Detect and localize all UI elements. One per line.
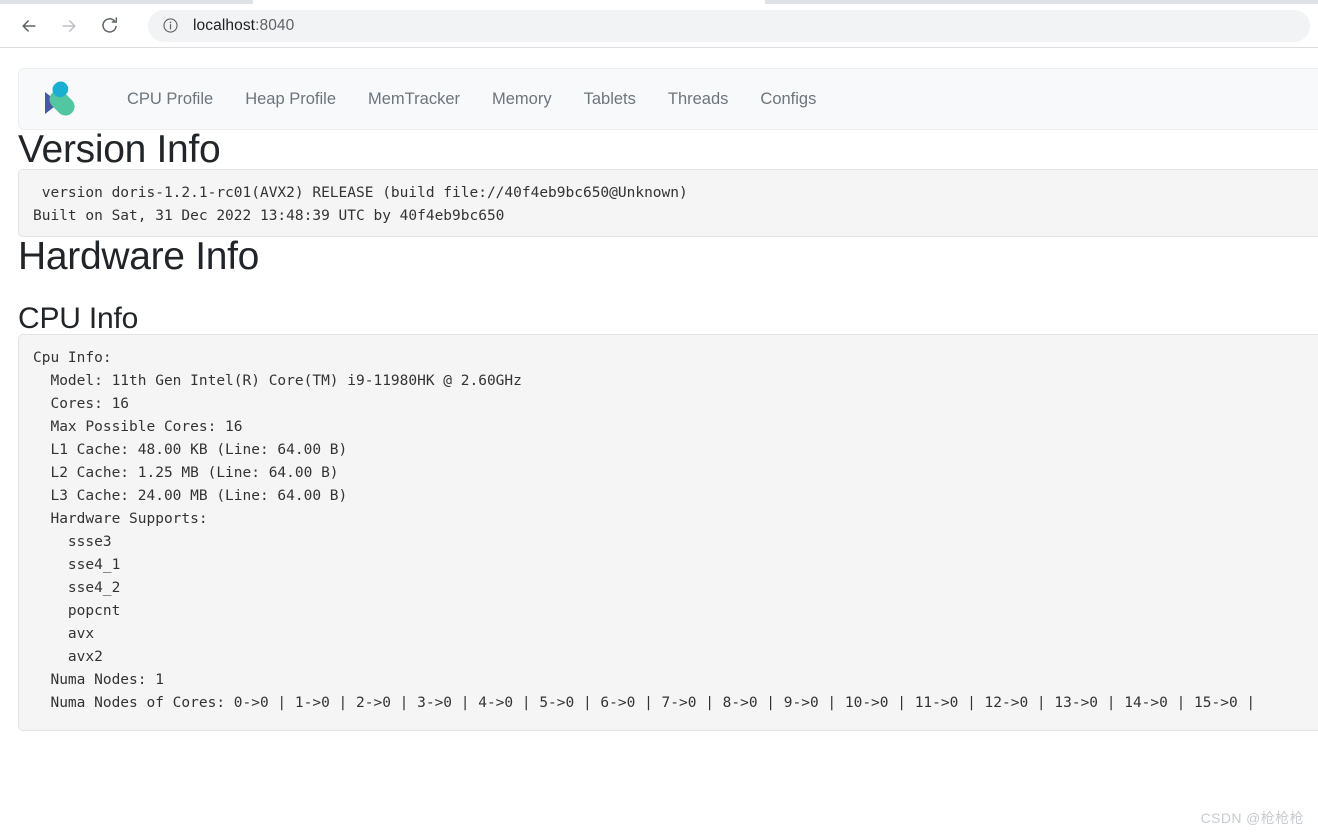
browser-window: localhost:8040 CPU Profile Heap Profile … [0,0,1318,832]
back-button[interactable] [12,9,46,43]
cpu-info-heading: CPU Info [18,302,139,335]
site-information-icon[interactable] [162,17,179,34]
version-info-code: version doris-1.2.1-rc01(AVX2) RELEASE (… [18,169,1318,237]
nav-link-tablets[interactable]: Tablets [568,90,652,109]
nav-link-configs[interactable]: Configs [744,90,832,109]
nav-link-memtracker[interactable]: MemTracker [352,90,476,109]
doris-logo[interactable] [39,76,79,122]
nav-link-cpu-profile[interactable]: CPU Profile [111,90,229,109]
cpu-info-code: Cpu Info: Model: 11th Gen Intel(R) Core(… [18,334,1318,731]
reload-button[interactable] [92,9,126,43]
browser-toolbar: localhost:8040 [0,4,1318,47]
navbar-links: CPU Profile Heap Profile MemTracker Memo… [111,90,832,109]
site-navbar: CPU Profile Heap Profile MemTracker Memo… [18,68,1318,130]
doris-logo-icon [45,81,75,116]
version-info-heading: Version Info [18,128,221,171]
nav-link-memory[interactable]: Memory [476,90,568,109]
csdn-watermark: CSDN @枪枪枪 [1200,810,1304,826]
forward-button[interactable] [52,9,86,43]
url-text: localhost:8040 [193,17,294,35]
browser-chrome: localhost:8040 [0,0,1318,48]
nav-link-threads[interactable]: Threads [652,90,745,109]
hardware-info-heading: Hardware Info [18,235,260,278]
url-port: :8040 [255,16,295,34]
nav-link-heap-profile[interactable]: Heap Profile [229,90,352,109]
address-bar[interactable]: localhost:8040 [148,9,1310,42]
page-content: CPU Profile Heap Profile MemTracker Memo… [0,48,1318,832]
back-arrow-icon [22,19,36,32]
url-host: localhost [193,16,256,34]
reload-icon [101,17,117,33]
forward-arrow-icon [62,19,76,32]
